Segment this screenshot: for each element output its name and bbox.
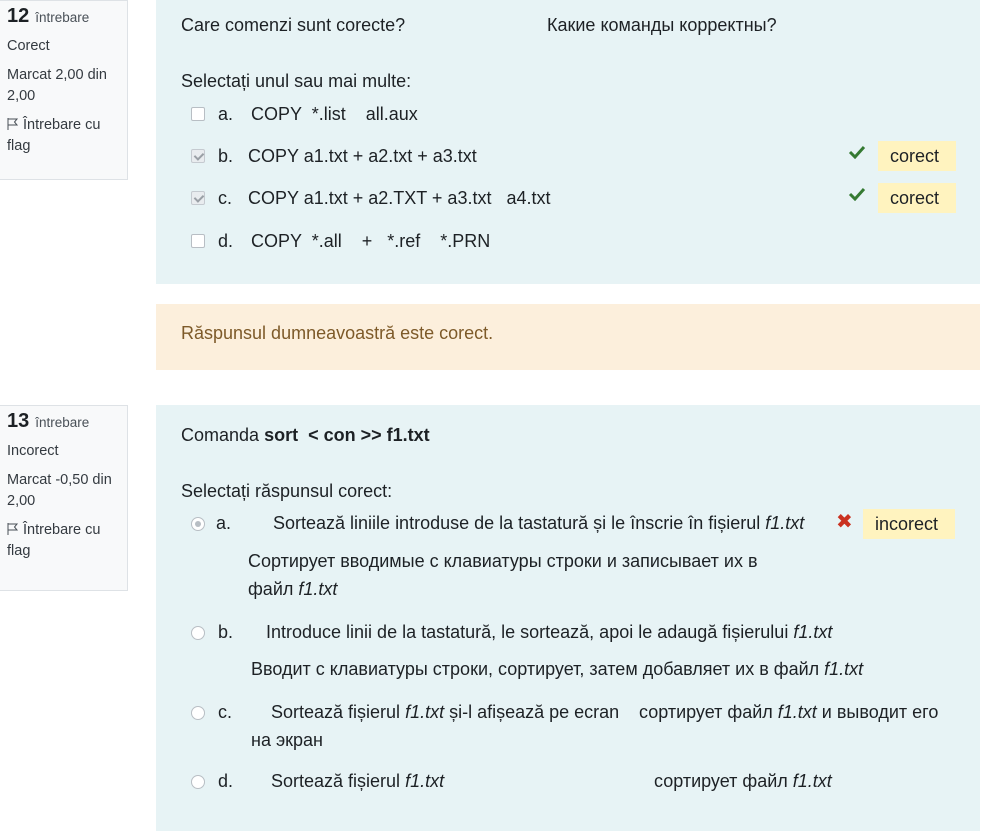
option-text-ro: Introduce linii de la tastatură, le sort…: [266, 622, 832, 643]
option-radio[interactable]: [191, 517, 205, 531]
answer-option-b[interactable]: b. COPY a1.txt + a2.txt + a3.txt: [191, 146, 951, 168]
option-text: Sortează liniile introduse de la tastatu…: [273, 513, 766, 533]
option-text-ru-line2: на экран: [251, 730, 323, 750]
option-letter: b.: [218, 146, 234, 166]
question-number: 13: [7, 410, 30, 432]
flag-label: Întrebare cu flag: [7, 117, 101, 154]
file-name: f1.txt: [792, 771, 832, 791]
question-text-ru: Какие команды корректны?: [547, 15, 777, 35]
answer-option-a[interactable]: a. Sortează liniile introduse de la tast…: [191, 513, 831, 537]
option-text: Introduce linii de la tastatură, le sort…: [266, 622, 794, 642]
option-radio[interactable]: [191, 706, 205, 720]
question-number: 12: [7, 5, 30, 27]
correct-check-icon: [848, 187, 866, 201]
file-name: f1.txt: [405, 771, 445, 791]
question-info-12: 12 întrebare Corect Marcat 2,00 din 2,00…: [0, 0, 128, 180]
option-radio[interactable]: [191, 775, 205, 789]
option-text-ru-line2: файл f1.txt: [248, 575, 337, 603]
question-number-line: 13 întrebare: [7, 410, 127, 433]
answer-option-c[interactable]: c. Sortează fișierul f1.txt și-l afișeaz…: [191, 702, 971, 726]
file-name: f1.txt: [824, 659, 864, 679]
question-command: sort < con >> f1.txt: [264, 425, 430, 445]
question-word: întrebare: [35, 10, 90, 25]
option-text: Sortează fișierul: [271, 771, 406, 791]
option-text-ro: Sortează fișierul f1.txt și-l afișează p…: [271, 702, 619, 723]
option-text-ru: сортирует файл f1.txt: [654, 771, 832, 792]
feedback-text: Răspunsul dumneavoastră este corect.: [181, 323, 494, 343]
question-state: Corect: [7, 38, 50, 54]
answer-option-c[interactable]: c. COPY a1.txt + a2.TXT + a3.txt a4.txt: [191, 188, 951, 210]
option-letter: c.: [218, 702, 233, 722]
option-text: COPY *.all + *.ref *.PRN: [251, 231, 491, 251]
question-text: Comanda sort < con >> f1.txt: [181, 425, 430, 446]
question-grade: Marcat -0,50 din 2,00: [7, 472, 112, 509]
flag-question-link[interactable]: Întrebare cu flag: [7, 115, 127, 157]
incorrect-badge: incorect: [863, 509, 955, 539]
option-text: Вводит с клавиатуры строки, сортирует, з…: [251, 659, 825, 679]
answer-option-a[interactable]: a. COPY *.list all.aux: [191, 104, 951, 126]
option-text-ro: Sortează liniile introduse de la tastatu…: [273, 513, 804, 534]
answer-option-b[interactable]: b. Introduce linii de la tastatură, le s…: [191, 622, 891, 646]
question-text-prefix: Comanda: [181, 425, 265, 445]
option-text: COPY a1.txt + a2.TXT + a3.txt a4.txt: [248, 188, 551, 208]
file-name: f1.txt: [793, 622, 833, 642]
option-text-ru: Вводит с клавиатуры строки, сортирует, з…: [251, 655, 863, 683]
option-letter: d.: [218, 231, 234, 251]
option-text: și-l afișează pe ecran: [444, 702, 620, 722]
flag-label: Întrebare cu flag: [7, 522, 101, 559]
option-letter: c.: [218, 188, 233, 208]
option-checkbox[interactable]: [191, 107, 205, 121]
option-checkbox[interactable]: [191, 234, 205, 248]
correct-badge: corect: [878, 141, 956, 171]
flag-icon: [7, 523, 19, 535]
option-letter: d.: [218, 771, 234, 791]
option-text: и выводит его: [816, 702, 939, 722]
answer-prompt: Selectați răspunsul corect:: [181, 481, 393, 501]
option-checkbox[interactable]: [191, 191, 205, 205]
file-name: f1.txt: [777, 702, 817, 722]
question-number-line: 12 întrebare: [7, 5, 127, 28]
question-formulation-12: Care comenzi sunt corecte? Какие команды…: [156, 0, 980, 284]
option-checkbox[interactable]: [191, 149, 205, 163]
file-name: f1.txt: [765, 513, 805, 533]
option-text-ru: сортирует файл f1.txt и выводит его: [639, 702, 938, 723]
option-letter: a.: [216, 513, 232, 533]
flag-icon: [7, 118, 19, 130]
option-letter: b.: [218, 622, 234, 642]
answer-option-d[interactable]: d. COPY *.all + *.ref *.PRN: [191, 231, 951, 253]
option-text: файл: [248, 579, 299, 599]
correct-badge: corect: [878, 183, 956, 213]
question-grade: Marcat 2,00 din 2,00: [7, 67, 107, 104]
option-letter: a.: [218, 104, 234, 124]
question-state: Incorect: [7, 443, 59, 459]
question-formulation-13: Comanda sort < con >> f1.txt Selectați r…: [156, 405, 980, 831]
file-name: f1.txt: [298, 579, 338, 599]
flag-question-link[interactable]: Întrebare cu flag: [7, 520, 127, 562]
incorrect-x-icon: ✖: [836, 511, 853, 533]
option-text: Sortează fișierul: [271, 702, 406, 722]
option-text: COPY a1.txt + a2.txt + a3.txt: [248, 146, 477, 166]
option-text-ru-line1: Сортирует вводимые с клавиатуры строки и…: [248, 551, 758, 571]
answer-option-d[interactable]: d. Sortează fișierul f1.txt сортирует фа…: [191, 771, 951, 795]
answer-prompt: Selectați unul sau mai multe:: [181, 71, 412, 91]
question-text-ro: Care comenzi sunt corecte?: [181, 15, 406, 35]
question-info-13: 13 întrebare Incorect Marcat -0,50 din 2…: [0, 405, 128, 591]
question-word: întrebare: [35, 415, 90, 430]
option-text: COPY *.list all.aux: [251, 104, 418, 124]
correct-check-icon: [848, 145, 866, 159]
option-text-ro: Sortează fișierul f1.txt: [271, 771, 444, 792]
option-text: сортирует файл: [654, 771, 793, 791]
file-name: f1.txt: [405, 702, 445, 722]
feedback-box: Răspunsul dumneavoastră este corect.: [156, 304, 980, 370]
option-text: сортирует файл: [639, 702, 778, 722]
option-radio[interactable]: [191, 626, 205, 640]
